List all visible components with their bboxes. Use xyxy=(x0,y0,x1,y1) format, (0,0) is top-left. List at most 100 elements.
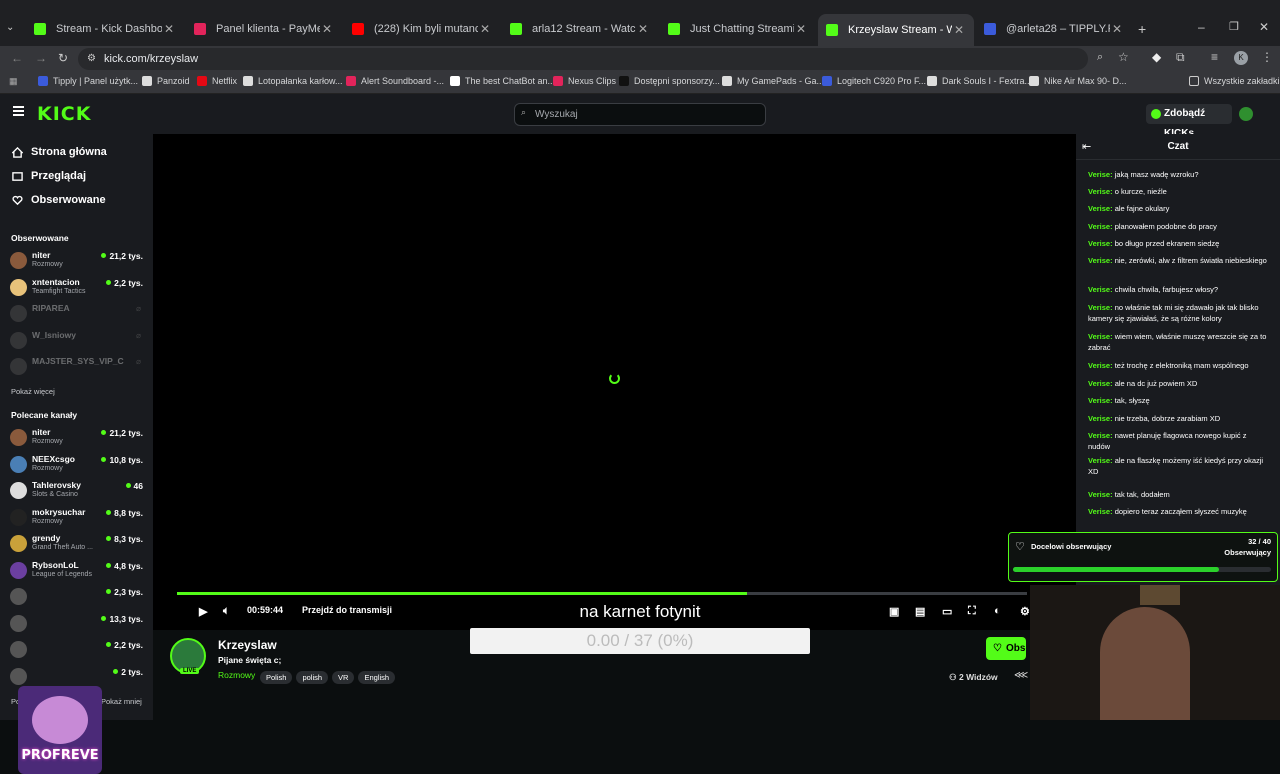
close-tab-icon[interactable]: ✕ xyxy=(478,22,492,36)
browser-tab[interactable]: Krzeyslaw Stream - Watch Live✕ xyxy=(818,14,974,46)
user-avatar[interactable] xyxy=(1239,107,1253,121)
bookmark-item[interactable]: Nexus Clips xyxy=(553,76,616,86)
extensions-puzzle-icon[interactable]: ⧉ xyxy=(1176,50,1185,65)
bookmark-item[interactable]: Logitech C920 Pro F... xyxy=(822,76,926,86)
minimize-button[interactable]: – xyxy=(1198,20,1205,34)
bookmark-item[interactable]: Lotopałanka karłow... xyxy=(243,76,343,86)
all-bookmarks[interactable]: Wszystkie zakładki xyxy=(1189,76,1280,86)
star-icon[interactable]: ☆ xyxy=(1118,50,1129,64)
reload-icon[interactable]: ↻ xyxy=(58,51,68,65)
nav-home[interactable]: Strona główna xyxy=(12,146,107,158)
sidebar-channel[interactable]: mokrysuchar Rozmowy 8,8 tys. xyxy=(10,506,145,530)
quality-icon[interactable]: ◐ xyxy=(994,605,1001,617)
close-tab-icon[interactable]: ✕ xyxy=(794,22,808,36)
pip-icon[interactable]: ▣ xyxy=(889,605,899,618)
seek-bar[interactable] xyxy=(177,592,1027,595)
close-tab-icon[interactable]: ✕ xyxy=(1110,22,1124,36)
chat-username[interactable]: Verise xyxy=(1088,204,1110,213)
sidebar-channel[interactable]: 2,3 tys. xyxy=(10,585,145,609)
show-less-recommended[interactable]: Pokaż mniej xyxy=(101,697,142,706)
sidebar-channel[interactable]: niter Rozmowy 21,2 tys. xyxy=(10,426,145,450)
site-info-icon[interactable]: ⚙ xyxy=(87,48,96,70)
chat-username[interactable]: Verise xyxy=(1088,396,1110,405)
browser-tab[interactable]: (228) Kim byli mutanci z podzi✕ xyxy=(344,16,500,42)
profile-avatar[interactable]: K xyxy=(1234,51,1248,65)
bookmark-item[interactable]: Panzoid xyxy=(142,76,190,86)
share-icon[interactable]: ⋘ xyxy=(1014,670,1028,681)
jump-to-live-button[interactable]: Przejdź do transmisji xyxy=(302,605,392,615)
zoom-icon[interactable]: ⌕ xyxy=(1097,51,1103,64)
stream-tag[interactable]: Polish xyxy=(260,671,293,684)
stream-tag[interactable]: polish xyxy=(296,671,329,684)
apps-icon[interactable]: ▦ xyxy=(9,76,18,87)
chat-username[interactable]: Verise xyxy=(1088,285,1110,294)
streamer-name[interactable]: Krzeyslaw xyxy=(218,638,277,652)
nav-browse[interactable]: Przeglądaj xyxy=(12,170,86,182)
bookmark-item[interactable]: Alert Soundboard -... xyxy=(346,76,444,86)
tab-search-button[interactable]: ⌄ xyxy=(6,22,20,36)
browser-tab[interactable]: Panel klienta - PayMedia✕ xyxy=(186,16,342,42)
search-input[interactable]: Wyszukaj xyxy=(514,103,766,126)
chat-username[interactable]: Verise xyxy=(1088,170,1110,179)
volume-icon[interactable]: 🔈︎ xyxy=(223,605,230,618)
chat-username[interactable]: Verise xyxy=(1088,361,1110,370)
stream-category[interactable]: Rozmowy xyxy=(218,670,255,680)
kick-logo[interactable]: KICK xyxy=(37,103,91,125)
nav-following[interactable]: Obserwowane xyxy=(12,194,106,206)
play-icon[interactable]: ▶ xyxy=(199,605,207,618)
media-control-icon[interactable]: ≡ xyxy=(1211,50,1218,64)
video-player[interactable] xyxy=(153,134,1076,630)
sidebar-channel[interactable]: niter Rozmowy 21,2 tys. xyxy=(10,249,145,273)
close-tab-icon[interactable]: ✕ xyxy=(162,22,176,36)
chat-username[interactable]: Verise xyxy=(1088,187,1110,196)
close-window-button[interactable]: ✕ xyxy=(1259,20,1269,34)
chat-username[interactable]: Verise xyxy=(1088,379,1110,388)
chat-username[interactable]: Verise xyxy=(1088,507,1110,516)
browser-tab[interactable]: Just Chatting Streaming - Live✕ xyxy=(660,16,816,42)
stream-tag[interactable]: VR xyxy=(332,671,355,684)
sidebar-channel[interactable]: RIPAREA ⌀ xyxy=(10,302,145,326)
url-field[interactable]: ⚙ kick.com/krzeyslaw xyxy=(78,48,1088,70)
sidebar-channel[interactable]: RybsonLoL League of Legends 4,8 tys. xyxy=(10,559,145,583)
hamburger-menu-icon[interactable] xyxy=(13,106,24,116)
sidebar-channel[interactable]: W_Isniowy ⌀ xyxy=(10,329,145,353)
sidebar-channel[interactable]: 2,2 tys. xyxy=(10,638,145,662)
close-tab-icon[interactable]: ✕ xyxy=(320,22,334,36)
sidebar-channel[interactable]: grendy Grand Theft Auto ... 8,3 tys. xyxy=(10,532,145,556)
chat-username[interactable]: Verise xyxy=(1088,303,1110,312)
chat-username[interactable]: Verise xyxy=(1088,239,1110,248)
get-kicks-button[interactable]: Zdobądź KICKs xyxy=(1146,104,1232,139)
show-more-following[interactable]: Pokaż więcej xyxy=(11,387,55,396)
chat-username[interactable]: Verise xyxy=(1088,414,1110,423)
sidebar-channel[interactable]: 13,3 tys. xyxy=(10,612,145,636)
follow-button[interactable]: ♡ Obserwuj xyxy=(986,637,1026,660)
extension-icon[interactable]: ◆ xyxy=(1152,50,1161,64)
bookmark-item[interactable]: Dostępni sponsorzy... xyxy=(619,76,720,86)
chat-username[interactable]: Verise xyxy=(1088,332,1110,341)
close-tab-icon[interactable]: ✕ xyxy=(636,22,650,36)
forward-icon[interactable]: → xyxy=(35,51,47,65)
bookmark-item[interactable]: Nike Air Max 90- D... xyxy=(1029,76,1127,86)
sidebar-channel[interactable]: MAJSTER_SYS_VIP_C ⌀ xyxy=(10,355,145,379)
sidebar-channel[interactable]: NEEXcsgo Rozmowy 10,8 tys. xyxy=(10,453,145,477)
bookmark-item[interactable]: Netflix xyxy=(197,76,237,86)
maximize-button[interactable]: ❐ xyxy=(1229,20,1239,33)
chat-username[interactable]: Verise xyxy=(1088,431,1110,440)
chat-username[interactable]: Verise xyxy=(1088,256,1110,265)
browser-tab[interactable]: @arleta28 – TIPPLY.PL ✕ xyxy=(976,16,1132,42)
close-tab-icon[interactable]: ✕ xyxy=(952,23,966,37)
sidebar-channel[interactable]: Tahlerovsky Slots & Casino 46 xyxy=(10,479,145,503)
bookmark-item[interactable]: Tipply | Panel użytk... xyxy=(38,76,138,86)
chat-username[interactable]: Verise xyxy=(1088,490,1110,499)
browser-tab[interactable]: arla12 Stream - Watch Live✕ xyxy=(502,16,658,42)
fullscreen-icon[interactable]: ⛶ xyxy=(968,605,976,618)
bookmark-item[interactable]: Dark Souls I - Fextra... xyxy=(927,76,1032,86)
sidebar-channel[interactable]: 2 tys. xyxy=(10,665,145,689)
new-tab-button[interactable]: + xyxy=(1138,21,1146,37)
back-icon[interactable]: ← xyxy=(11,51,23,65)
chat-username[interactable]: Verise xyxy=(1088,222,1110,231)
sidebar-channel[interactable]: xntentacion Teamfight Tactics 2,2 tys. xyxy=(10,276,145,300)
browser-menu-icon[interactable]: ⋮ xyxy=(1261,50,1273,64)
theater-mode-icon[interactable]: ▭ xyxy=(942,605,952,618)
clip-icon[interactable]: ▤ xyxy=(915,605,925,618)
